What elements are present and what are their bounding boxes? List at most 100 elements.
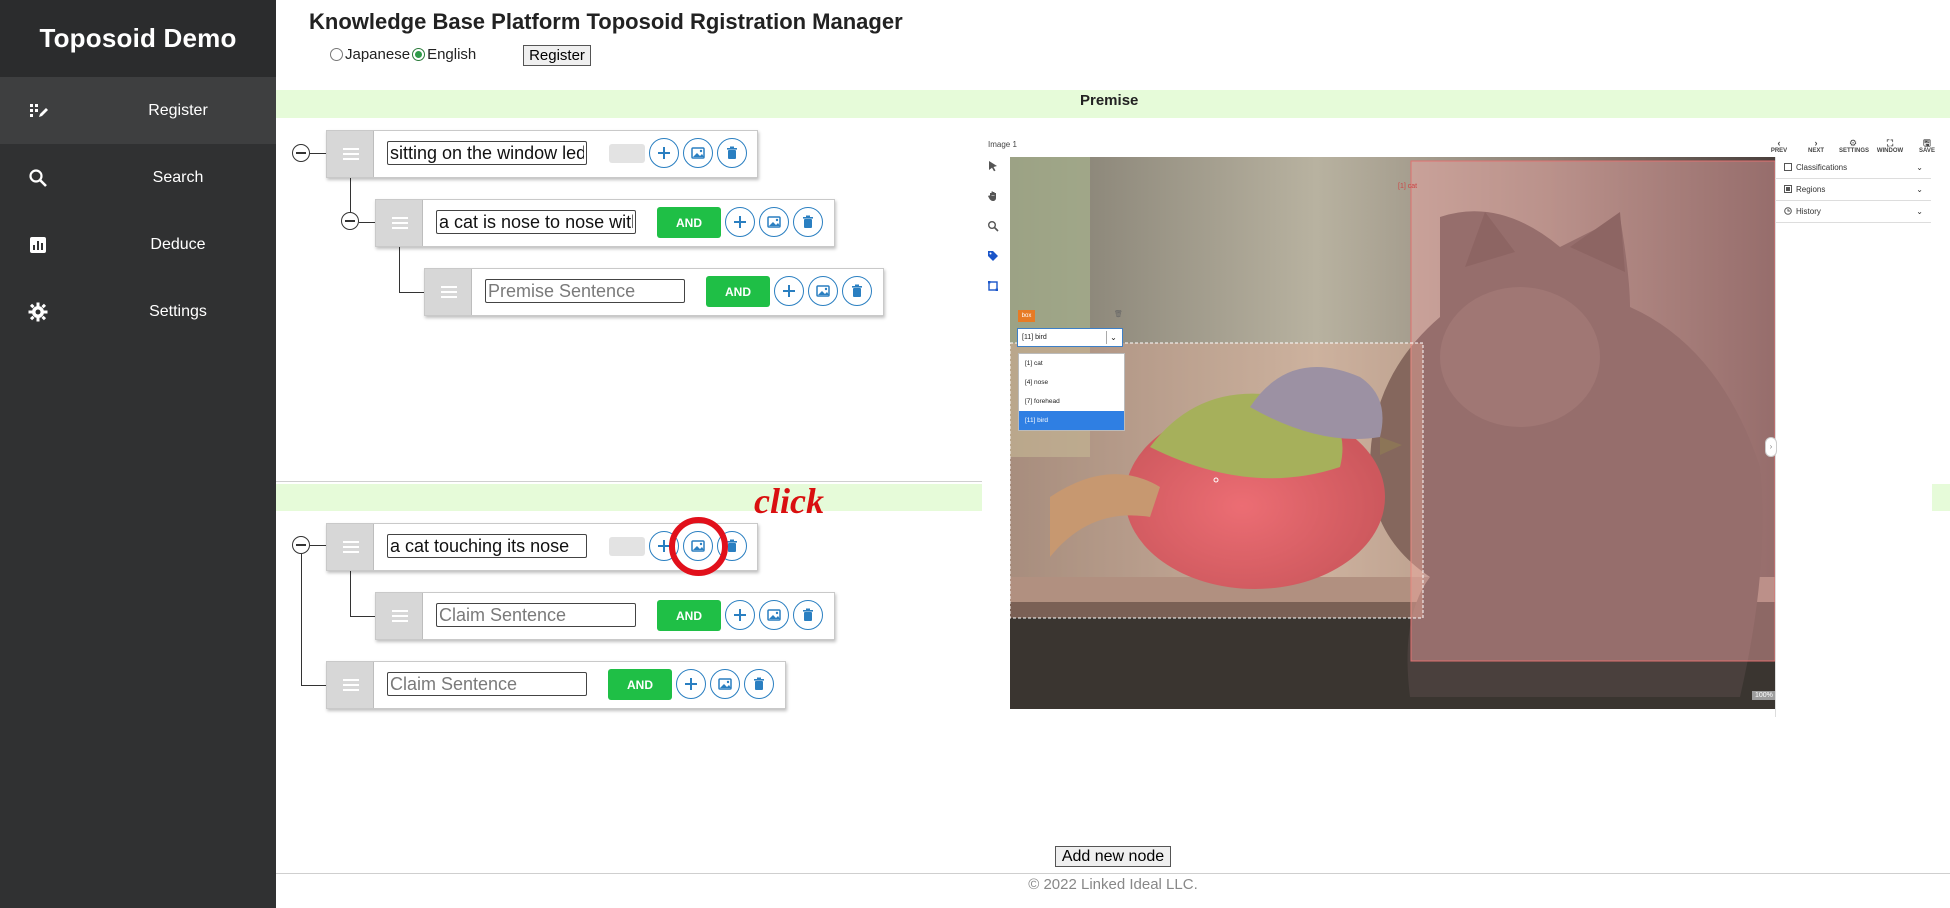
- chevron-down-icon: ⌄: [1916, 185, 1923, 194]
- add-image-button[interactable]: [808, 276, 838, 306]
- editor-side-panel: Classifications ⌄ Regions ⌄ History ⌄: [1775, 157, 1931, 717]
- settings-label: SETTINGS: [1839, 148, 1870, 154]
- register-icon: [30, 103, 48, 117]
- premise-label: Premise: [1080, 92, 1139, 109]
- add-image-button[interactable]: [759, 600, 789, 630]
- tree-connector: [350, 616, 375, 617]
- sidebar-item-deduce[interactable]: Deduce: [0, 211, 276, 278]
- and-button[interactable]: AND: [657, 207, 721, 238]
- drag-handle[interactable]: [327, 131, 374, 177]
- tree-connector: [310, 153, 326, 154]
- plus-icon: [734, 609, 746, 621]
- premise-node: AND: [424, 268, 884, 316]
- class-option[interactable]: [4] nose: [1019, 373, 1124, 392]
- add-image-button[interactable]: [683, 138, 713, 168]
- editor-toolbar: [985, 160, 1001, 310]
- language-radio-english[interactable]: [412, 48, 426, 61]
- next-label: NEXT: [1807, 148, 1824, 154]
- trash-icon: [852, 284, 862, 297]
- regions-section[interactable]: Regions ⌄: [1776, 179, 1931, 201]
- premise-sentence-input[interactable]: [485, 279, 685, 303]
- register-button[interactable]: Register: [523, 45, 591, 66]
- plus-icon: [658, 147, 670, 159]
- prev-label: PREV: [1770, 148, 1788, 154]
- history-label: History: [1796, 207, 1821, 216]
- add-image-button[interactable]: [710, 669, 740, 699]
- history-section[interactable]: History ⌄: [1776, 201, 1931, 223]
- premise-sentence-input[interactable]: [436, 210, 636, 234]
- panel-expand-handle[interactable]: ›: [1765, 437, 1777, 457]
- region-class-options: [1] cat [4] nose [7] forehead [11] bird: [1018, 353, 1125, 431]
- delete-button[interactable]: [744, 669, 774, 699]
- click-annotation-ring: [669, 517, 728, 576]
- delete-button[interactable]: [842, 276, 872, 306]
- language-selector: Japanese English: [330, 46, 476, 63]
- tree-connector: [350, 177, 351, 214]
- premise-node: AND: [375, 199, 835, 247]
- claim-sentence-input[interactable]: [387, 672, 587, 696]
- next-button[interactable]: › NEXT: [1802, 138, 1830, 154]
- delete-button[interactable]: [717, 138, 747, 168]
- tag-icon[interactable]: [987, 250, 999, 262]
- delete-button[interactable]: [793, 600, 823, 630]
- add-child-button[interactable]: [725, 207, 755, 237]
- language-label-japanese: Japanese: [345, 46, 411, 63]
- classifications-section[interactable]: Classifications ⌄: [1776, 157, 1931, 179]
- sidebar-item-search[interactable]: Search: [0, 144, 276, 211]
- add-child-button[interactable]: [676, 669, 706, 699]
- sidebar-item-label: Register: [148, 101, 208, 119]
- class-option[interactable]: [1] cat: [1019, 354, 1124, 373]
- page-title: Knowledge Base Platform Toposoid Rgistra…: [309, 9, 903, 34]
- drag-handle[interactable]: [327, 662, 374, 708]
- class-option[interactable]: [7] forehead: [1019, 392, 1124, 411]
- language-radio-japanese[interactable]: [330, 48, 343, 61]
- image-icon: [691, 147, 705, 159]
- image-icon: [816, 285, 830, 297]
- sidebar-item-settings[interactable]: Settings: [0, 278, 276, 345]
- plus-icon: [685, 678, 697, 690]
- claim-sentence-input[interactable]: [436, 603, 636, 627]
- premise-sentence-input[interactable]: [387, 141, 587, 165]
- save-icon: 🖫: [1923, 138, 1931, 148]
- tree-connector: [301, 685, 326, 686]
- pointer-icon[interactable]: [987, 160, 999, 172]
- zoom-icon[interactable]: [987, 220, 999, 232]
- drag-handle[interactable]: [376, 200, 423, 246]
- drag-handle[interactable]: [376, 593, 423, 639]
- add-child-button[interactable]: [774, 276, 804, 306]
- add-child-button[interactable]: [725, 600, 755, 630]
- image-label: Image 1: [988, 140, 1017, 149]
- claim-node: AND: [326, 661, 786, 709]
- add-image-button[interactable]: [759, 207, 789, 237]
- delete-region-icon[interactable]: 🗑: [1114, 310, 1123, 318]
- image-icon: [767, 216, 781, 228]
- selected-class: [11] bird: [1022, 334, 1047, 341]
- window-button[interactable]: ⛶ WINDOW: [1876, 138, 1904, 154]
- collapse-toggle[interactable]: [292, 144, 310, 162]
- save-button[interactable]: 🖫 SAVE: [1913, 138, 1941, 154]
- class-option-highlighted[interactable]: [11] bird: [1019, 411, 1124, 430]
- claim-sentence-input[interactable]: [387, 534, 587, 558]
- and-button[interactable]: AND: [657, 600, 721, 631]
- prev-button[interactable]: ‹ PREV: [1765, 138, 1793, 154]
- collapse-toggle[interactable]: [292, 536, 310, 554]
- box-tool-icon[interactable]: [987, 280, 999, 292]
- and-button[interactable]: AND: [608, 669, 672, 700]
- delete-button[interactable]: [793, 207, 823, 237]
- region-class-select[interactable]: [11] bird ⌄: [1017, 328, 1123, 347]
- drag-handle[interactable]: [425, 269, 472, 315]
- language-label-english: English: [427, 46, 477, 63]
- hand-icon[interactable]: [987, 190, 999, 202]
- regions-label: Regions: [1796, 185, 1826, 194]
- tree-connector: [310, 545, 326, 546]
- image-canvas[interactable]: [1010, 157, 1775, 709]
- add-new-node-button[interactable]: Add new node: [1055, 846, 1171, 867]
- trash-icon: [803, 215, 813, 228]
- settings-button[interactable]: ⚙ SETTINGS: [1839, 138, 1870, 154]
- click-annotation-text: click: [754, 481, 824, 521]
- sidebar-item-register[interactable]: Register: [0, 77, 276, 144]
- and-button[interactable]: AND: [706, 276, 770, 307]
- add-child-button[interactable]: [649, 138, 679, 168]
- collapse-toggle[interactable]: [341, 212, 359, 230]
- drag-handle[interactable]: [327, 524, 374, 570]
